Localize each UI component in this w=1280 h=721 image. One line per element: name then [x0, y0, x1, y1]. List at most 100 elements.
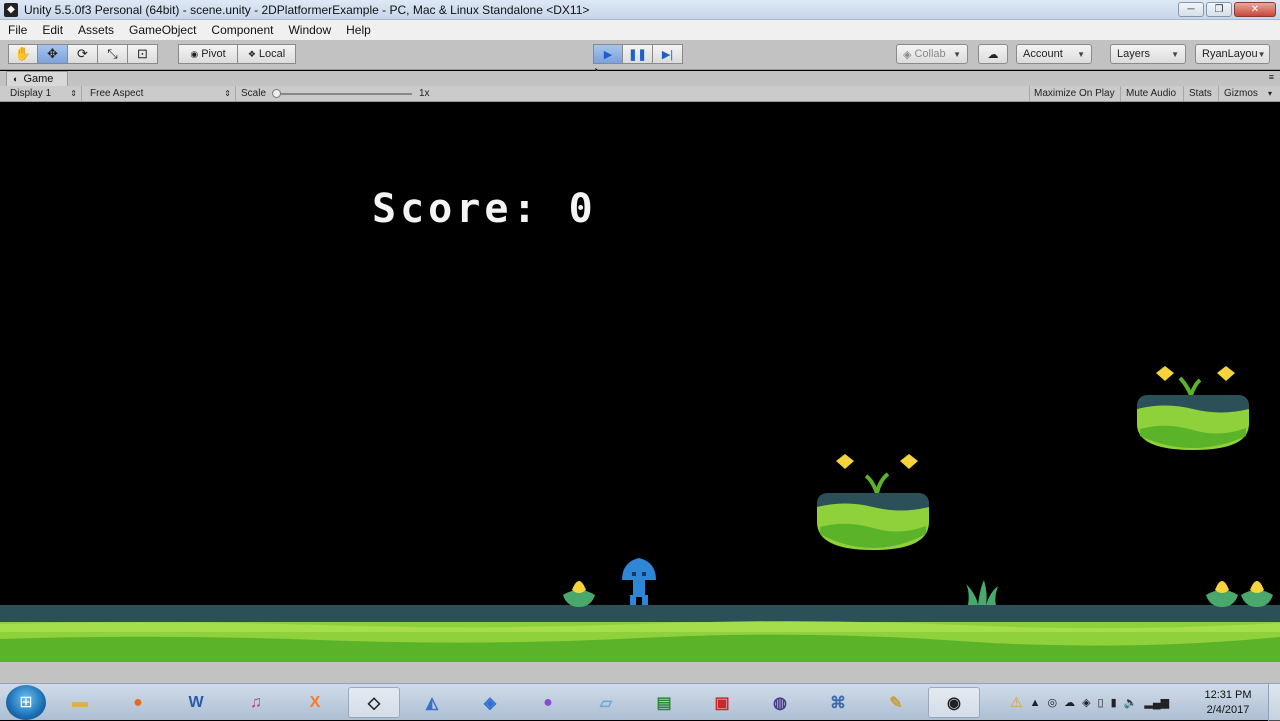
menu-help[interactable]: Help — [338, 23, 378, 37]
chevron-updown-icon: ⇕ — [70, 89, 77, 98]
start-button[interactable]: ⊞ — [6, 685, 46, 720]
rotate-tool-button[interactable]: ⟳ — [68, 44, 98, 64]
collab-dropdown[interactable]: ◈ Collab ▼ — [896, 44, 968, 64]
eclipse-icon: ◍ — [773, 694, 787, 712]
notes-icon: ▱ — [599, 694, 613, 712]
cloud-icon[interactable]: ☁ — [1064, 696, 1075, 709]
rotate-icon: ⟳ — [77, 46, 88, 61]
window-title: Unity 5.5.0f3 Personal (64bit) - scene.u… — [24, 2, 590, 17]
pause-button[interactable]: ❚❚ — [623, 44, 653, 64]
chevron-down-icon: ▾ — [1267, 89, 1272, 98]
gizmos-dropdown[interactable]: Gizmos ▾ — [1220, 86, 1276, 101]
menu-assets[interactable]: Assets — [70, 23, 121, 37]
app-taskbar-button[interactable]: ● — [522, 687, 574, 718]
local-toggle[interactable]: ❖ Local — [238, 44, 296, 64]
maximize-label: Maximize On Play — [1034, 88, 1115, 99]
close-button[interactable]: ✕ — [1234, 2, 1276, 17]
tab-game[interactable]: ◐ Game — [6, 71, 69, 86]
play-button[interactable]: ▶ — [593, 44, 623, 64]
cloud-button[interactable]: ☁ — [978, 44, 1008, 64]
unity-taskbar-button[interactable]: ◇ — [348, 687, 400, 718]
game-scene — [0, 366, 1280, 662]
xampp-taskbar-button[interactable]: X — [289, 687, 341, 718]
game-view-controls: Display 1 ⇕ Free Aspect ⇕ Scale 1x Maximiz… — [0, 86, 1280, 102]
scale-tool-button[interactable]: ⤡ — [98, 44, 128, 64]
power-icon[interactable]: ▮ — [1111, 696, 1117, 709]
floating-platform-middle — [817, 472, 929, 550]
playback-controls: ▶ ❚❚ ▶| — [593, 44, 683, 64]
menu-file[interactable]: File — [0, 23, 34, 37]
aspect-dropdown[interactable]: Free Aspect ⇕ — [86, 86, 236, 101]
chevron-up-icon[interactable]: ▲ — [1030, 697, 1041, 709]
app-taskbar-button[interactable]: ▤ — [638, 687, 690, 718]
rect-tool-button[interactable]: ⊡ — [128, 44, 158, 64]
obs-taskbar-button[interactable]: ◉ — [928, 687, 980, 718]
app-taskbar-button[interactable]: ▱ — [580, 687, 632, 718]
stats-toggle[interactable]: Stats — [1185, 86, 1219, 101]
scale-label: Scale — [241, 88, 267, 99]
windows-logo-icon: ⊞ — [19, 694, 33, 711]
layout-dropdown[interactable]: RyanLayou ▼ — [1195, 44, 1270, 64]
obs-icon: ◉ — [947, 694, 961, 712]
minimize-button[interactable]: ─ — [1178, 2, 1204, 17]
app-taskbar-button[interactable]: ◭ — [406, 687, 458, 718]
transform-tools: ✋ ✥ ⟳ ⤡ ⊡ — [8, 44, 158, 64]
paint-icon: ✎ — [889, 694, 903, 712]
media-icon: ▣ — [714, 694, 730, 712]
step-icon: ▶| — [661, 48, 674, 61]
coin — [1156, 366, 1174, 381]
signal-icon[interactable]: ▂▄▆ — [1144, 696, 1169, 709]
itunes-taskbar-button[interactable]: ♫ — [230, 687, 282, 718]
network-icon[interactable]: ◈ — [1082, 696, 1090, 709]
chevron-down-icon: ▼ — [1077, 49, 1085, 59]
warning-icon[interactable]: ⚠ — [1010, 694, 1023, 711]
aspect-label: Free Aspect — [90, 88, 144, 99]
scale-slider-track[interactable] — [276, 93, 412, 95]
tab-menu-icon[interactable]: ≡ — [1269, 72, 1274, 82]
restore-button[interactable]: ❐ — [1206, 2, 1232, 17]
explorer-taskbar-button[interactable]: ▬ — [54, 687, 106, 718]
menu-gameobject[interactable]: GameObject — [121, 23, 203, 37]
coin — [836, 454, 854, 469]
menu-component[interactable]: Component — [203, 23, 280, 37]
tab-game-label: Game — [23, 73, 54, 85]
usb-icon[interactable]: ▯ — [1098, 696, 1104, 709]
grass-tuft — [966, 580, 998, 605]
chevron-updown-icon: ⇕ — [224, 89, 231, 98]
pivot-group: ◉ Pivot ❖ Local — [178, 44, 296, 64]
step-button[interactable]: ▶| — [653, 44, 683, 64]
paint-taskbar-button[interactable]: ✎ — [870, 687, 922, 718]
layers-dropdown[interactable]: Layers ▼ — [1110, 44, 1186, 64]
ground — [0, 605, 1280, 662]
taskbar-clock[interactable]: 12:31 PM 2/4/2017 — [1198, 688, 1258, 718]
python-taskbar-button[interactable]: ⌘ — [812, 687, 864, 718]
maximize-on-play-toggle[interactable]: Maximize On Play — [1029, 86, 1121, 101]
game-view-icon: ◐ — [13, 74, 19, 84]
display-label: Display 1 — [10, 88, 52, 99]
volume-icon[interactable]: 🔈 — [1124, 696, 1138, 709]
visualstudio-taskbar-button[interactable]: ◈ — [464, 687, 516, 718]
music-icon: ♫ — [250, 693, 262, 711]
mute-label: Mute Audio — [1126, 88, 1177, 99]
window-titlebar: ◆ Unity 5.5.0f3 Personal (64bit) - scene… — [0, 0, 1280, 20]
game-viewport[interactable]: Score: 0 — [0, 102, 1280, 662]
app-taskbar-button[interactable]: ▣ — [696, 687, 748, 718]
move-tool-button[interactable]: ✥ — [38, 44, 68, 64]
menu-edit[interactable]: Edit — [34, 23, 70, 37]
account-dropdown[interactable]: Account ▼ — [1016, 44, 1092, 64]
steam-icon[interactable]: ◎ — [1047, 696, 1057, 709]
mute-audio-toggle[interactable]: Mute Audio — [1122, 86, 1184, 101]
scale-slider-handle[interactable] — [272, 89, 281, 98]
word-taskbar-button[interactable]: W — [170, 687, 222, 718]
show-desktop-button[interactable] — [1268, 684, 1280, 721]
eclipse-taskbar-button[interactable]: ◍ — [754, 687, 806, 718]
display-dropdown[interactable]: Display 1 ⇕ — [6, 86, 82, 101]
floating-platform-right — [1137, 376, 1249, 450]
pivot-toggle[interactable]: ◉ Pivot — [178, 44, 238, 64]
menu-window[interactable]: Window — [280, 23, 338, 37]
firefox-taskbar-button[interactable]: ● — [112, 687, 164, 718]
firefox-icon: ● — [133, 693, 143, 711]
folder-icon: ▬ — [72, 693, 88, 711]
hand-tool-button[interactable]: ✋ — [8, 44, 38, 64]
triangle-app-icon: ◭ — [425, 694, 439, 712]
